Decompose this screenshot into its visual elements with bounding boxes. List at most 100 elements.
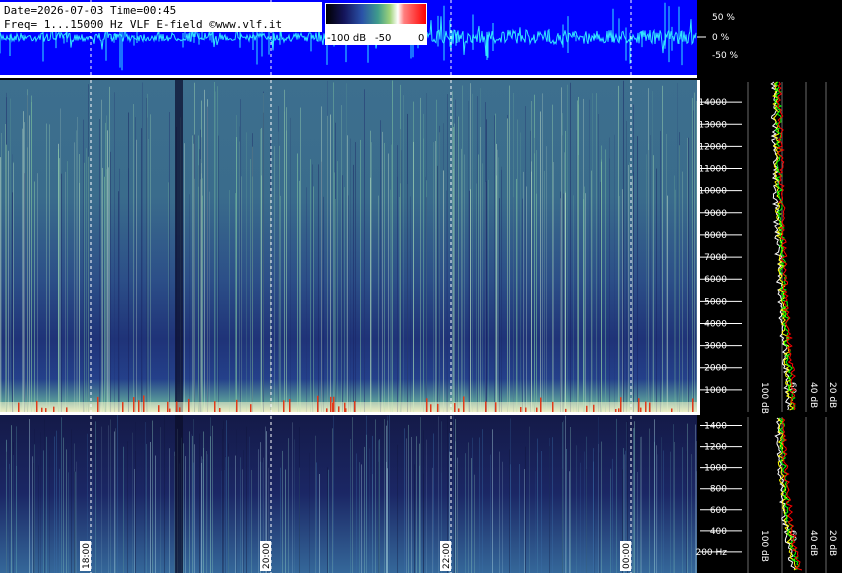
spectrogram-streak (375, 419, 376, 573)
spectrogram-streak (95, 421, 96, 573)
spectrogram-streak (115, 428, 116, 573)
spectrogram-streak (544, 170, 545, 412)
spectrogram-streak (372, 435, 373, 573)
spectrogram-streak (576, 130, 577, 412)
spectrogram-streak (476, 183, 477, 412)
spectrogram-streak (549, 446, 550, 573)
spectrogram-streak (486, 181, 487, 412)
spectrogram-streak (332, 428, 333, 573)
spectrogram-streak (663, 450, 664, 573)
spectrogram-streak (29, 115, 30, 412)
spectrogram-streak (0, 157, 1, 412)
spectrogram-streak (292, 422, 293, 573)
spectrogram-streak (369, 448, 370, 573)
spectrogram-streak (202, 195, 203, 412)
spectrogram-streak (142, 82, 143, 412)
spectrogram-streak (104, 176, 105, 412)
spectrogram-streak (164, 415, 165, 573)
spectrogram-streak (457, 457, 458, 573)
spectrogram-streak (403, 95, 404, 413)
spectrum-tick-label: 6000 (704, 275, 727, 285)
spectrum-tick-label: 1000 (704, 464, 727, 474)
spectrogram-streak (426, 197, 427, 412)
spectrogram-streak (472, 93, 473, 413)
spectrogram-red-burst (638, 398, 640, 412)
spectrogram-streak (199, 433, 200, 573)
spectrogram-streak (56, 430, 57, 573)
spectrogram-streak (246, 132, 247, 413)
spectrogram-streak (674, 441, 675, 573)
spectrogram-streak (65, 171, 66, 412)
spectrogram-streak (46, 436, 47, 573)
spectrogram-streak (334, 172, 335, 412)
spectrogram-streak (650, 135, 651, 412)
spectrogram-streak (169, 448, 170, 573)
spectrogram-streak (118, 191, 119, 412)
spectrogram-streak (667, 195, 668, 412)
spectrogram-streak (692, 97, 693, 413)
spectrogram-streak (666, 133, 667, 413)
spectrogram-streak (423, 430, 424, 573)
spectrogram-streak (76, 461, 77, 573)
spectrogram-streak (674, 175, 675, 412)
spectrum-db-label: 20 dB (827, 530, 837, 556)
header-freq-info: Freq= 1...15000 Hz VLF E-field ©www.vlf.… (4, 18, 282, 31)
spectrogram-streak (525, 446, 526, 573)
spectrogram-streak (540, 111, 541, 413)
spectrogram-streak (225, 456, 226, 573)
spectrogram-streak (217, 86, 218, 412)
spectrogram-dark-band (175, 415, 183, 573)
spectrogram-streak (290, 117, 291, 412)
spectrogram-streak (619, 195, 620, 412)
spectrogram-streak (654, 435, 655, 573)
spectrogram-streak (147, 93, 148, 412)
spectrogram-streak (410, 196, 411, 412)
spectrogram-streak (294, 439, 295, 573)
spectrogram-streak (520, 132, 521, 412)
spectrogram-streak (239, 126, 240, 412)
spectrogram-red-burst (179, 407, 181, 412)
spectrogram-streak (439, 132, 440, 413)
spectrogram-streak (282, 450, 283, 573)
spectrogram-streak (468, 442, 469, 573)
spectrogram-streak (524, 468, 525, 573)
spectrogram-streak (12, 192, 13, 412)
spectrogram-red-burst (525, 407, 527, 412)
colorbar-gradient (326, 4, 426, 24)
spectrogram-streak (510, 464, 511, 573)
spectrogram-red-burst (426, 398, 428, 412)
spectrogram-streak (274, 146, 275, 412)
spectrogram-streak (364, 446, 365, 573)
spectrogram-streak (192, 435, 193, 573)
spectrogram-streak (598, 113, 599, 413)
spectrogram-streak (656, 168, 657, 412)
spectrogram-streak (359, 462, 360, 573)
spectrogram-streak (10, 98, 11, 412)
spectrogram-streak (337, 161, 338, 412)
spectrogram-streak (88, 156, 89, 412)
spectrogram-streak (31, 95, 32, 413)
spectrogram-red-burst (188, 398, 190, 412)
spectrogram-streak (202, 459, 203, 573)
spectrogram-streak (330, 114, 331, 412)
spectrogram-streak (278, 106, 279, 412)
spectrogram-streak (241, 176, 242, 412)
spectrogram-red-burst (219, 407, 221, 412)
spectrogram-streak (240, 457, 241, 573)
spectrogram-streak (561, 87, 562, 412)
spectrogram-streak (151, 430, 152, 573)
spectrogram-streak (453, 168, 454, 412)
spectrogram-streak (485, 102, 486, 412)
spectrogram-streak (633, 428, 634, 573)
spectrogram-streak (546, 146, 547, 412)
spectrogram-streak (507, 118, 508, 413)
spectrogram-streak (494, 115, 495, 413)
spectrogram-streak (565, 415, 566, 573)
spectrogram-streak (327, 467, 328, 573)
spectrogram-streak (71, 429, 72, 573)
spectrogram-streak (531, 101, 532, 413)
spectrogram-streak (552, 437, 553, 573)
spectrogram-streak (384, 419, 385, 573)
spectrogram-streak (168, 182, 169, 412)
spectrogram-streak (570, 82, 571, 412)
